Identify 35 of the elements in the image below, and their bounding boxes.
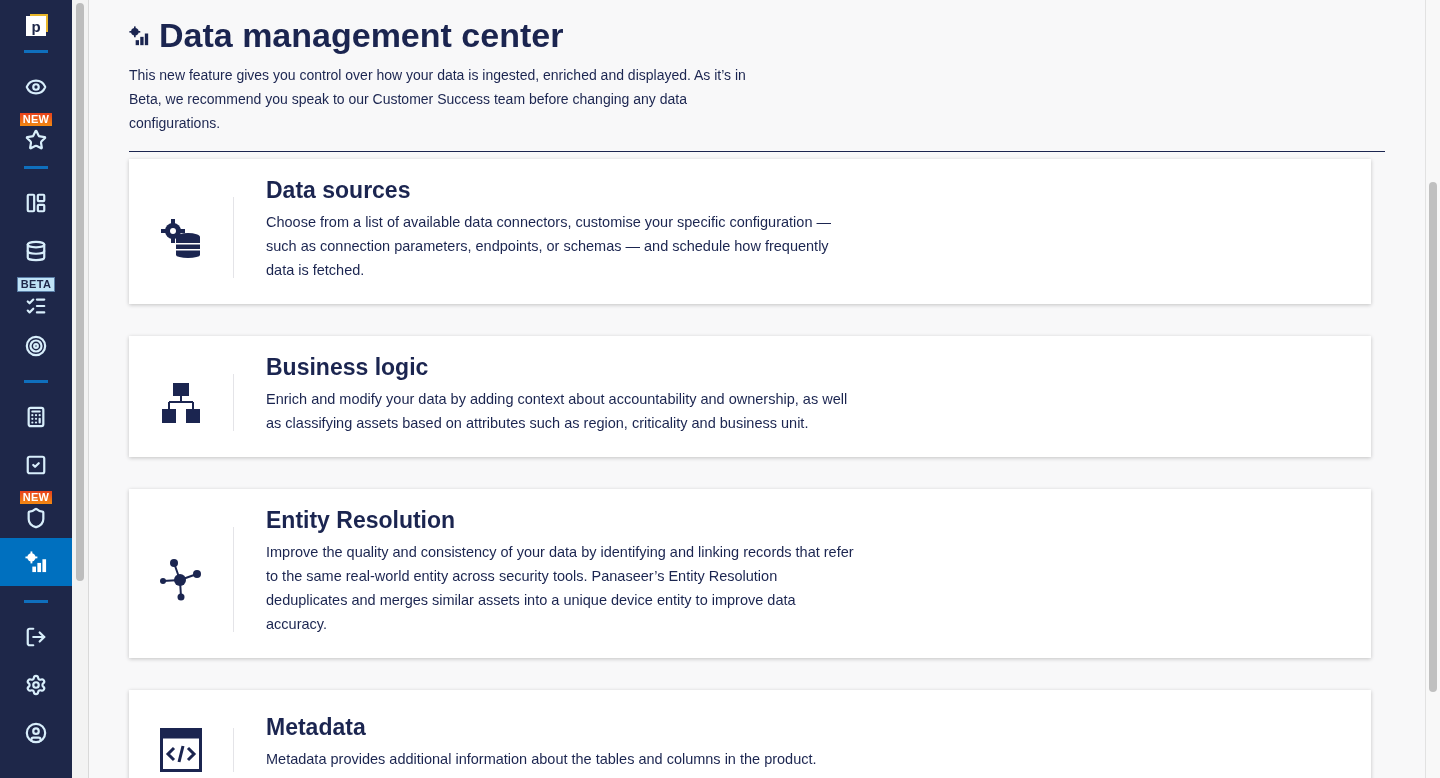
- target-icon: [25, 335, 47, 357]
- network-icon: [160, 558, 202, 601]
- new-badge: NEW: [19, 113, 53, 126]
- card-description: Metadata provides additional information about the tables and columns in the product.: [266, 749, 818, 769]
- checklist-icon: [25, 295, 47, 317]
- intro-text: This new feature gives you control over how your data is ingested, enriched and displayed. As it’s in Beta, we recommend you speak to our Customer Success team before changing any data configurations.: [129, 66, 747, 133]
- page-title: Data management center: [159, 16, 564, 55]
- card-title: Data sources: [266, 177, 412, 204]
- logo[interactable]: p: [26, 16, 46, 36]
- gear-database-icon: [160, 217, 202, 258]
- scrollbar-thumb[interactable]: [76, 3, 84, 581]
- feature-card[interactable]: [129, 489, 1371, 658]
- hierarchy-icon: [162, 382, 200, 423]
- card-description: Improve the quality and consistency of your data by identifying and linking records that refer to the same real-world entity across security tools. Panaseer’s Entity Resolution deduplicates and merges similar assets into a unique device entity to improve data accuracy.: [266, 543, 855, 634]
- star-icon: [25, 129, 47, 151]
- settings-icon: [25, 674, 47, 696]
- checkbox-icon: [25, 454, 47, 476]
- calculator-icon: [25, 406, 47, 428]
- database-icon: [25, 240, 47, 262]
- card-description: Enrich and modify your data by adding context about accountability and ownership, as well as classifying assets based on attributes such as region, criticality and business unit.: [266, 390, 849, 433]
- logout-icon: [25, 626, 47, 648]
- new-badge: NEW: [19, 491, 53, 504]
- beta-badge: BETA: [16, 277, 56, 292]
- code-window-icon: [160, 728, 202, 772]
- card-description: Choose from a list of available data connectors, customise your specific configuration — such as connection parameters, endpoints, or schemas — and schedule how frequently data is fetched.: [266, 213, 832, 280]
- feature-card[interactable]: [129, 159, 1371, 304]
- feature-card[interactable]: Metadata Metadata provides additional information about the tables and columns in the product.: [129, 690, 1371, 778]
- card-title: Business logic: [266, 354, 430, 381]
- user-icon: [25, 722, 47, 744]
- card-title: Entity Resolution: [266, 507, 457, 534]
- scrollbar-thumb[interactable]: [1429, 182, 1437, 692]
- layout-icon: [25, 192, 47, 214]
- shield-icon: [25, 507, 47, 529]
- card-title: Metadata: [266, 713, 367, 741]
- feature-card[interactable]: Business logic Enrich and modify your data by adding context about accountability and ownership, as well as classifying assets based on attributes such as region, criticality and business unit.: [129, 336, 1371, 457]
